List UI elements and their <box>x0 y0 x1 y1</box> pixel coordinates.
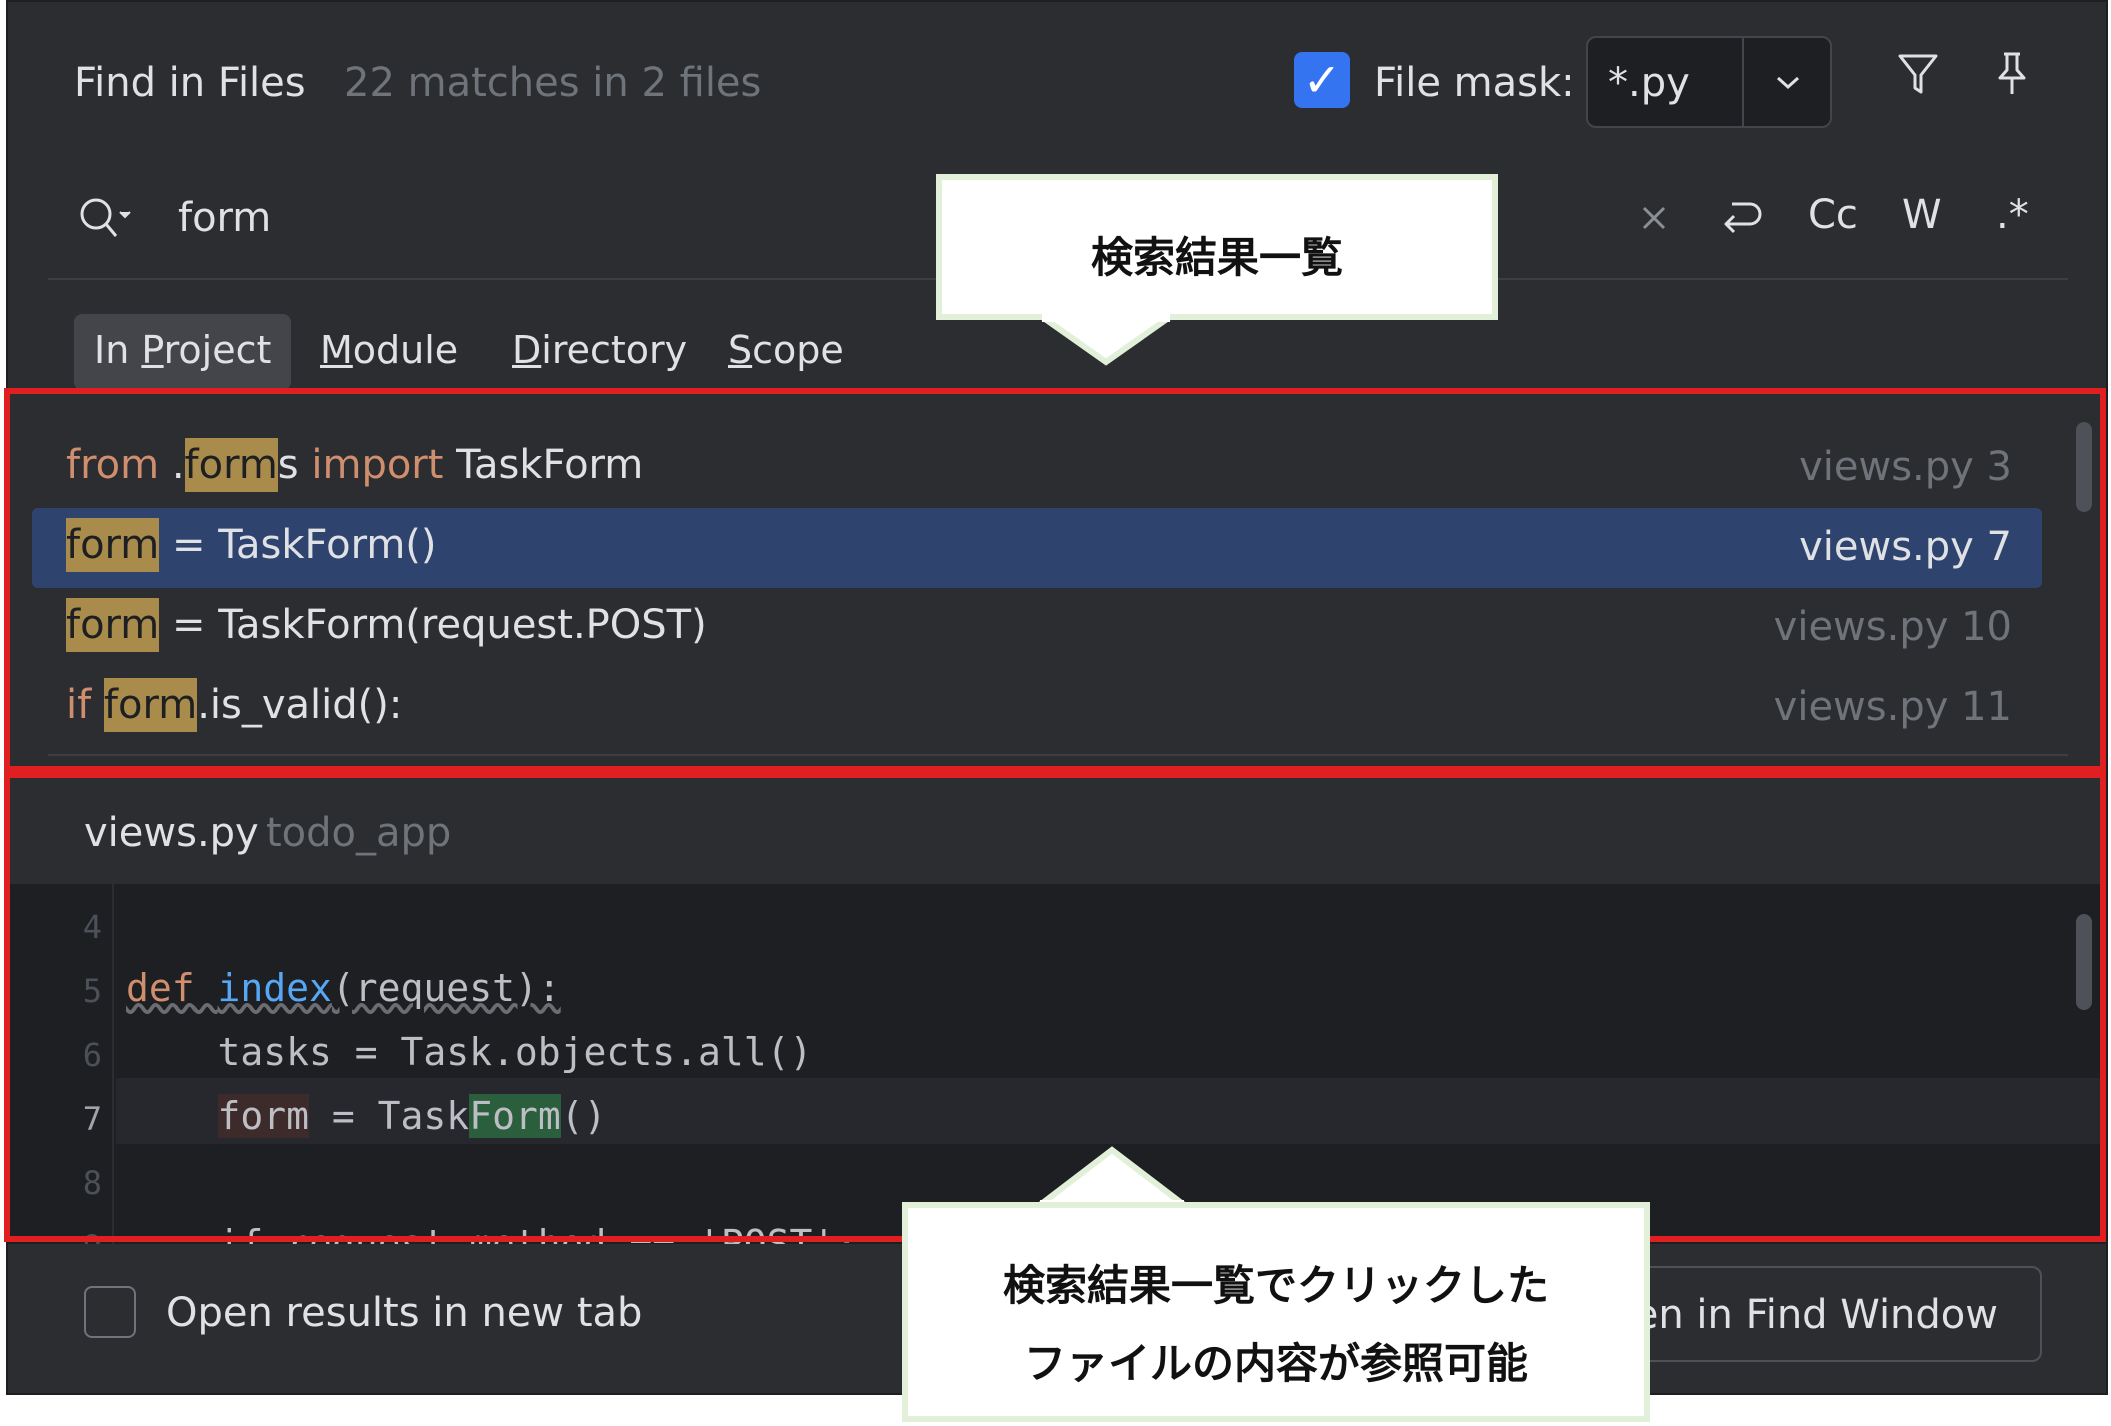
dropdown-separator <box>1742 38 1744 126</box>
file-mask-value[interactable]: *.py <box>1608 60 1690 106</box>
results-callout-text: 検索結果一覧 <box>1090 233 1343 282</box>
filter-icon[interactable] <box>1890 46 1946 102</box>
tab-scope[interactable]: Scope <box>708 314 864 390</box>
clear-icon[interactable] <box>1626 190 1682 246</box>
new-line-icon[interactable] <box>1712 190 1768 246</box>
new-tab-checkbox[interactable] <box>84 1286 136 1338</box>
file-mask-dropdown[interactable]: *.py <box>1586 36 1832 128</box>
preview-callout: 検索結果一覧でクリックした ファイルの内容が参照可能 <box>902 1202 1650 1422</box>
search-history-icon[interactable] <box>76 194 136 244</box>
search-input[interactable] <box>178 190 958 246</box>
preview-callout-pointer <box>1032 1146 1192 1208</box>
pin-icon[interactable] <box>1984 46 2040 102</box>
match-summary: 22 matches in 2 files <box>344 60 762 106</box>
regex-toggle[interactable]: .* <box>1996 192 2029 238</box>
match-case-toggle[interactable]: Cc <box>1808 192 1858 238</box>
tab-in-project[interactable]: In Project <box>74 314 292 390</box>
file-mask-label: File mask: <box>1374 60 1575 106</box>
dialog-header: Find in Files 22 matches in 2 files ✓ Fi… <box>8 2 2106 152</box>
preview-callout-line2: ファイルの内容が参照可能 <box>1023 1339 1528 1388</box>
tab-directory[interactable]: Directory <box>492 314 707 390</box>
tab-module[interactable]: Module <box>300 314 478 390</box>
new-tab-label: Open results in new tab <box>166 1290 643 1336</box>
dialog-title: Find in Files <box>74 60 306 106</box>
whole-words-toggle[interactable]: W <box>1902 192 1942 238</box>
results-annotation-frame <box>4 388 2106 772</box>
results-callout: 検索結果一覧 <box>936 174 1498 320</box>
chevron-down-icon[interactable] <box>1762 56 1814 108</box>
preview-callout-line1: 検索結果一覧でクリックした <box>1002 1261 1549 1310</box>
results-callout-pointer <box>1036 314 1176 366</box>
file-mask-checkbox[interactable]: ✓ <box>1294 52 1350 108</box>
